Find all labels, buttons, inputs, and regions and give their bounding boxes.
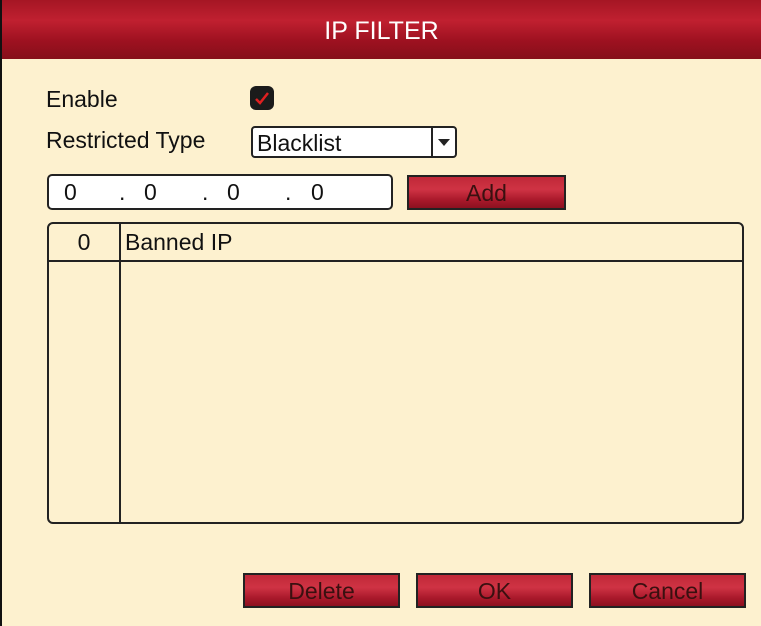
enable-checkbox[interactable] <box>250 86 274 110</box>
checkmark-icon <box>255 92 269 105</box>
enable-label: Enable <box>46 86 118 112</box>
column-divider <box>119 224 121 522</box>
dropdown-arrow-icon[interactable] <box>431 128 455 156</box>
dialog-title: IP FILTER <box>2 0 761 59</box>
delete-button[interactable]: Delete <box>243 573 400 608</box>
ip-octet-3[interactable]: 0 <box>227 176 240 208</box>
table-header-count: 0 <box>77 229 91 255</box>
restricted-type-label: Restricted Type <box>46 127 206 153</box>
restricted-type-value: Blacklist <box>257 130 342 156</box>
ip-octet-1[interactable]: 0 <box>64 176 77 208</box>
ip-dot-3: . <box>285 179 292 205</box>
ip-dot-2: . <box>202 179 209 205</box>
ip-octet-2[interactable]: 0 <box>144 176 157 208</box>
cancel-button[interactable]: Cancel <box>589 573 746 608</box>
ip-filter-dialog: IP FILTER Enable Restricted Type Blackli… <box>0 0 761 626</box>
add-button[interactable]: Add <box>407 175 566 210</box>
header-divider <box>49 260 742 262</box>
ip-octet-4[interactable]: 0 <box>311 176 324 208</box>
restricted-type-select[interactable]: Blacklist <box>251 126 457 158</box>
ip-dot-1: . <box>119 179 126 205</box>
ok-button[interactable]: OK <box>416 573 573 608</box>
ip-address-input[interactable]: 0 . 0 . 0 . 0 <box>47 174 393 210</box>
table-header-banned-ip: Banned IP <box>125 229 233 255</box>
banned-ip-table: 0 Banned IP <box>47 222 744 524</box>
